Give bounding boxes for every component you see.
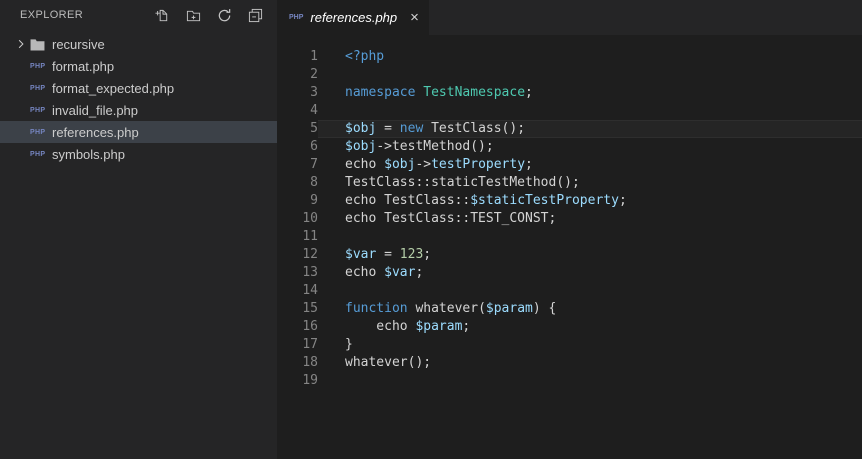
new-folder-button[interactable] <box>185 7 201 23</box>
code-line: 2 <box>277 66 862 84</box>
line-number: 11 <box>302 229 318 244</box>
folder-icon <box>30 37 46 51</box>
tree-item-format-php[interactable]: PHP format.php <box>0 55 277 77</box>
code-line-content: $var = 123; <box>345 247 432 262</box>
php-file-icon: PHP <box>30 106 46 114</box>
code-line: 15 function whatever($param) { <box>277 300 862 318</box>
code-line: 5 $obj = new TestClass(); <box>277 120 862 138</box>
line-number: 18 <box>302 355 318 370</box>
code-line-content: <?php <box>345 49 385 64</box>
tree-item-symbols-php[interactable]: PHP symbols.php <box>0 143 277 165</box>
code-line: 10 echo TestClass::TEST_CONST; <box>277 210 862 228</box>
line-number: 8 <box>310 175 318 190</box>
line-number: 6 <box>310 139 318 154</box>
line-number: 17 <box>302 337 318 352</box>
code-line-content: function whatever($param) { <box>345 301 557 316</box>
line-number: 5 <box>310 121 318 136</box>
line-number: 19 <box>302 373 318 388</box>
code-line-content <box>318 102 862 120</box>
line-number: 15 <box>302 301 318 316</box>
line-number: 1 <box>310 49 318 64</box>
file-label: format_expected.php <box>52 80 175 96</box>
line-number: 3 <box>310 85 318 100</box>
code-line-content: echo $obj->testProperty; <box>345 157 533 172</box>
refresh-icon <box>218 8 230 21</box>
code-line-content: } <box>345 337 353 352</box>
line-number: 13 <box>302 265 318 280</box>
php-file-icon: PHP <box>30 84 46 92</box>
line-number: 16 <box>302 319 318 334</box>
code-line: 3 namespace TestNamespace; <box>277 84 862 102</box>
code-line-content: echo TestClass::TEST_CONST; <box>345 211 557 226</box>
code-line-content <box>318 372 862 390</box>
file-list: recursive PHP format.php PHP format_expected… <box>0 30 277 165</box>
line-number: 12 <box>302 247 318 262</box>
code-line: 16 echo $param; <box>277 318 862 336</box>
new-file-button[interactable] <box>154 7 170 23</box>
php-file-icon: PHP <box>30 128 46 136</box>
code-line: 8 TestClass::staticTestMethod(); <box>277 174 862 192</box>
file-label: recursive <box>52 36 105 52</box>
code-line: 6 $obj->testMethod(); <box>277 138 862 156</box>
collapse-all-icon <box>248 8 262 22</box>
explorer-sidebar: EXPLORER recursive PHP format.php PHP fo… <box>0 0 277 459</box>
file-label: format.php <box>52 58 115 74</box>
line-number: 9 <box>310 193 318 208</box>
tab-bar: PHP references.php × <box>277 0 862 35</box>
new-file-icon <box>154 9 167 21</box>
vscode-window: EXPLORER recursive PHP format.php PHP fo… <box>0 0 862 459</box>
file-label: invalid_file.php <box>52 102 139 118</box>
code-line-content <box>318 66 862 84</box>
code-line-content: echo $var; <box>345 265 424 280</box>
editor-area: PHP references.php × 1 <?php 2 3 namespace T… <box>277 0 862 459</box>
code-line: 14 <box>277 282 862 300</box>
code-line: 11 <box>277 228 862 246</box>
close-tab-icon[interactable]: × <box>410 10 419 25</box>
sidebar-header: EXPLORER <box>0 0 277 30</box>
code-line: 12 $var = 123; <box>277 246 862 264</box>
line-number: 10 <box>302 211 318 226</box>
code-line-content: namespace TestNamespace; <box>345 85 533 100</box>
explorer-title: EXPLORER <box>20 9 84 21</box>
tab-label: references.php <box>310 10 398 25</box>
refresh-button[interactable] <box>216 7 232 23</box>
code-line-content <box>318 282 862 300</box>
code-editor[interactable]: 1 <?php 2 3 namespace TestNamespace; 4 5 $obj =… <box>277 35 862 459</box>
file-label: references.php <box>52 124 139 140</box>
code-line: 13 echo $var; <box>277 264 862 282</box>
code-line-content: echo $param; <box>345 319 471 334</box>
collapse-all-button[interactable] <box>247 7 263 23</box>
tree-item-format-expected-php[interactable]: PHP format_expected.php <box>0 77 277 99</box>
code-line-content: echo TestClass::$staticTestProperty; <box>345 193 627 208</box>
code-line: 9 echo TestClass::$staticTestProperty; <box>277 192 862 210</box>
tree-item-recursive[interactable]: recursive <box>0 33 277 55</box>
line-number: 14 <box>302 283 318 298</box>
php-file-icon: PHP <box>289 14 304 21</box>
code-line-content: TestClass::staticTestMethod(); <box>345 175 580 190</box>
file-label: symbols.php <box>52 146 125 162</box>
code-line: 19 <box>277 372 862 390</box>
line-number: 7 <box>310 157 318 172</box>
code-line: 18 whatever(); <box>277 354 862 372</box>
line-number: 2 <box>310 67 318 82</box>
tree-item-references-php[interactable]: PHP references.php <box>0 121 277 143</box>
code-line-content: $obj->testMethod(); <box>345 139 494 154</box>
new-folder-icon <box>186 10 200 21</box>
explorer-actions <box>154 7 263 23</box>
php-file-icon: PHP <box>30 150 46 158</box>
code-line: 4 <box>277 102 862 120</box>
code-line-content <box>318 228 862 246</box>
code-line: 1 <?php <box>277 48 862 66</box>
tab-references-php[interactable]: PHP references.php × <box>277 0 429 35</box>
chevron-right-icon <box>16 37 30 51</box>
line-number: 4 <box>310 103 318 118</box>
code-line: 7 echo $obj->testProperty; <box>277 156 862 174</box>
code-line-content: whatever(); <box>345 355 432 370</box>
code-line: 17} <box>277 336 862 354</box>
php-file-icon: PHP <box>30 62 46 70</box>
code-line-content: $obj = new TestClass(); <box>318 120 862 138</box>
tree-item-invalid-file-php[interactable]: PHP invalid_file.php <box>0 99 277 121</box>
